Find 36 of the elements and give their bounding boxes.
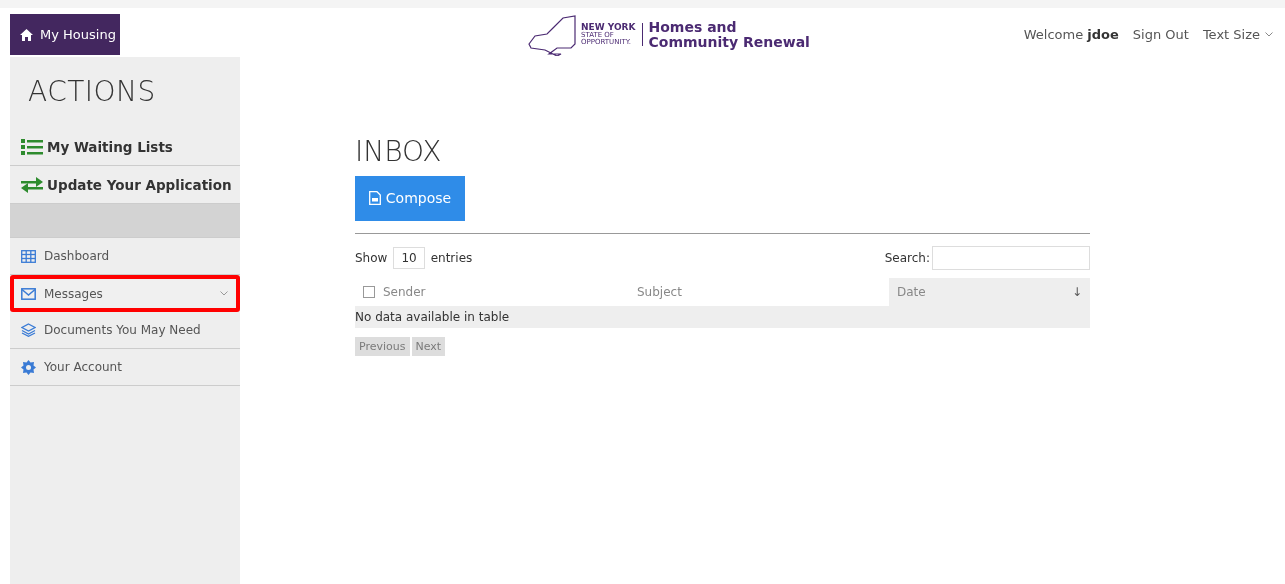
agency-name: Community Renewal	[648, 34, 810, 50]
dropdown-link[interactable]: Text Size	[1202, 27, 1273, 42]
entries-label: entries	[430, 250, 473, 265]
empty-table-message: No data available in table	[355, 305, 1090, 328]
page-title: INBOX	[355, 137, 443, 168]
gear-icon	[21, 359, 36, 375]
sidebar-item[interactable]: Your Account	[10, 349, 240, 386]
table-icon	[21, 249, 36, 263]
document-icon	[368, 191, 381, 206]
home-tab[interactable]: My Housing	[10, 14, 120, 55]
state-name: NEW YORK	[581, 23, 636, 32]
column-header[interactable]: Sender	[383, 277, 637, 306]
envelope-icon	[21, 287, 36, 300]
swap-arrows-icon	[21, 175, 43, 194]
home-icon	[20, 28, 33, 41]
caret-icon	[1265, 32, 1273, 37]
sidebar-heading: ACTIONS	[27, 74, 157, 110]
layers-icon	[21, 323, 36, 337]
sidebar-item[interactable]: Documents You May Need	[10, 312, 240, 349]
list-icon	[21, 137, 43, 156]
sidebar-item[interactable]: Messages	[10, 275, 240, 312]
compose-button[interactable]: Compose	[355, 175, 465, 221]
search-label: Search:	[884, 250, 930, 265]
agency-name: Homes and	[648, 19, 738, 35]
welcome-text: Welcome jdoe	[1023, 27, 1119, 42]
sort-arrow: ↓	[1071, 284, 1082, 299]
select-all-checkbox[interactable]	[363, 285, 375, 298]
entries-select[interactable]: 10	[393, 246, 425, 269]
search-field[interactable]	[932, 245, 1090, 270]
sidebar-action[interactable]: My Waiting Lists	[10, 128, 240, 166]
chevron-icon	[220, 291, 228, 296]
column-header[interactable]: Date ↓	[889, 277, 1090, 306]
state-map-drawing	[527, 13, 577, 56]
header-link[interactable]: Sign Out	[1132, 27, 1189, 42]
column-header[interactable]: Subject	[637, 277, 889, 306]
show-label: Show	[355, 250, 388, 265]
